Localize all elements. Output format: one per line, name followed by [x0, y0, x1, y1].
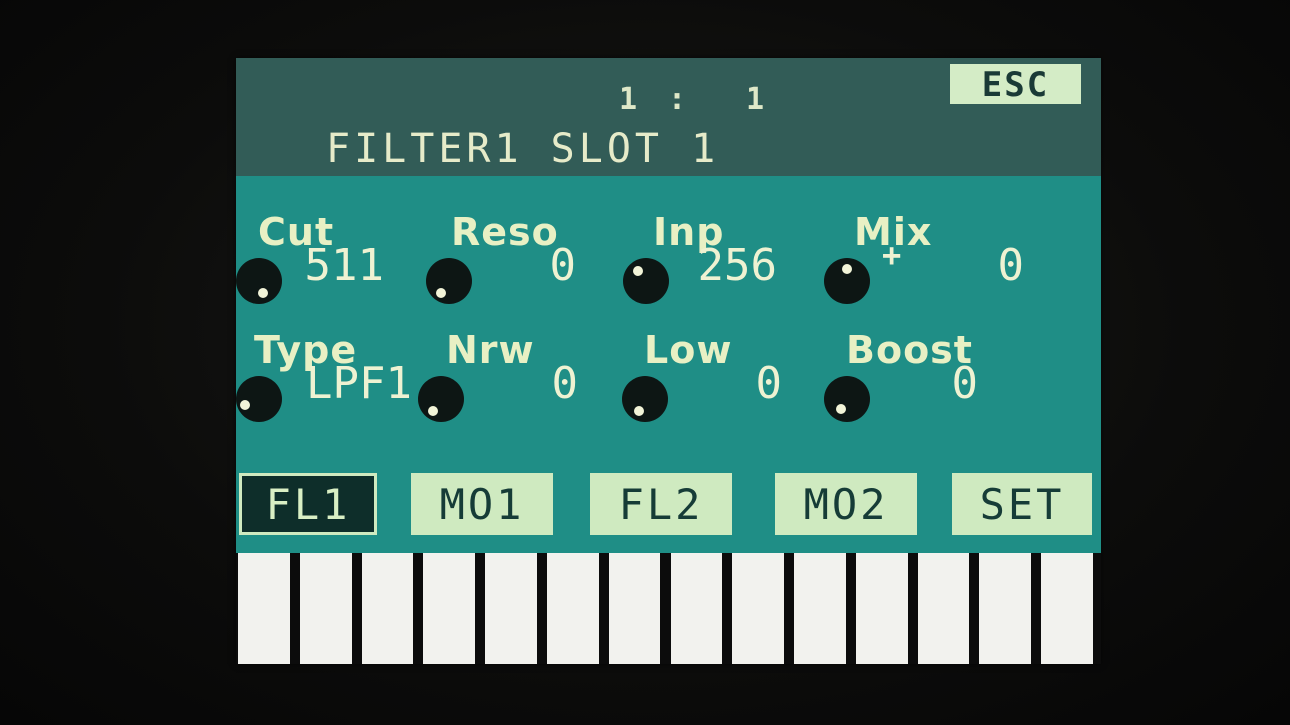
tab-fl2[interactable]: FL2 — [590, 473, 732, 535]
piano-key[interactable] — [979, 553, 1032, 664]
reso-knob-icon[interactable] — [426, 258, 472, 304]
mix-sign: + — [882, 236, 902, 274]
tab-mo2[interactable]: MO2 — [775, 473, 917, 535]
device-bezel: 1 : 1 ESC FILTER1 SLOT 1 Cut 511 Reso 0 … — [0, 0, 1290, 725]
tab-set[interactable]: SET — [952, 473, 1092, 535]
low-knob-icon[interactable] — [622, 376, 668, 422]
param-boost[interactable]: Boost 0 — [824, 328, 1024, 438]
nrw-knob-icon[interactable] — [418, 376, 464, 422]
param-value: LPF1 — [306, 358, 412, 409]
piano-key[interactable] — [608, 553, 661, 664]
inp-knob-icon[interactable] — [623, 258, 669, 304]
param-label: Reso — [451, 210, 559, 254]
position-counter-left: 1 — [619, 82, 640, 117]
piano-key[interactable] — [423, 553, 476, 664]
piano-key[interactable] — [670, 553, 723, 664]
piano-key[interactable] — [855, 553, 908, 664]
param-value: 0 — [755, 358, 783, 409]
position-counter-right: 1 — [746, 82, 767, 117]
piano-key[interactable] — [732, 553, 785, 664]
cut-knob-icon[interactable] — [236, 258, 282, 304]
param-label: Nrw — [446, 328, 535, 372]
piano-key[interactable] — [917, 553, 970, 664]
piano-key[interactable] — [361, 553, 414, 664]
param-low[interactable]: Low 0 — [622, 328, 822, 438]
tab-mo1[interactable]: MO1 — [411, 473, 553, 535]
param-value: 0 — [549, 240, 577, 291]
param-nrw[interactable]: Nrw 0 — [418, 328, 618, 438]
esc-button[interactable]: ESC — [950, 64, 1081, 105]
piano-keyboard — [236, 553, 1101, 664]
boost-knob-icon[interactable] — [824, 376, 870, 422]
param-value: 0 — [951, 358, 979, 409]
param-value: 256 — [697, 240, 777, 291]
piano-key[interactable] — [1041, 553, 1093, 664]
piano-key[interactable] — [485, 553, 537, 664]
lcd-screen: 1 : 1 ESC FILTER1 SLOT 1 Cut 511 Reso 0 … — [236, 58, 1101, 664]
param-inp[interactable]: Inp 256 — [623, 210, 823, 320]
param-cut[interactable]: Cut 511 — [236, 210, 436, 320]
piano-key[interactable] — [238, 553, 290, 664]
piano-key[interactable] — [794, 553, 846, 664]
param-label: Low — [644, 328, 733, 372]
header-bar: 1 : 1 ESC FILTER1 SLOT 1 — [236, 58, 1101, 176]
position-counter-separator: : — [668, 82, 689, 117]
param-mix[interactable]: Mix + 0 — [824, 210, 1024, 320]
param-value: 0 — [997, 240, 1025, 291]
param-value: 0 — [551, 358, 579, 409]
piano-key[interactable] — [299, 553, 352, 664]
param-reso[interactable]: Reso 0 — [426, 210, 626, 320]
page-title: FILTER1 SLOT 1 — [326, 126, 720, 172]
tab-fl1[interactable]: FL1 — [239, 473, 377, 535]
param-type[interactable]: Type LPF1 — [236, 328, 436, 438]
param-value: 511 — [304, 240, 384, 291]
type-knob-icon[interactable] — [236, 376, 282, 422]
piano-key[interactable] — [546, 553, 599, 664]
mix-knob-icon[interactable] — [824, 258, 870, 304]
